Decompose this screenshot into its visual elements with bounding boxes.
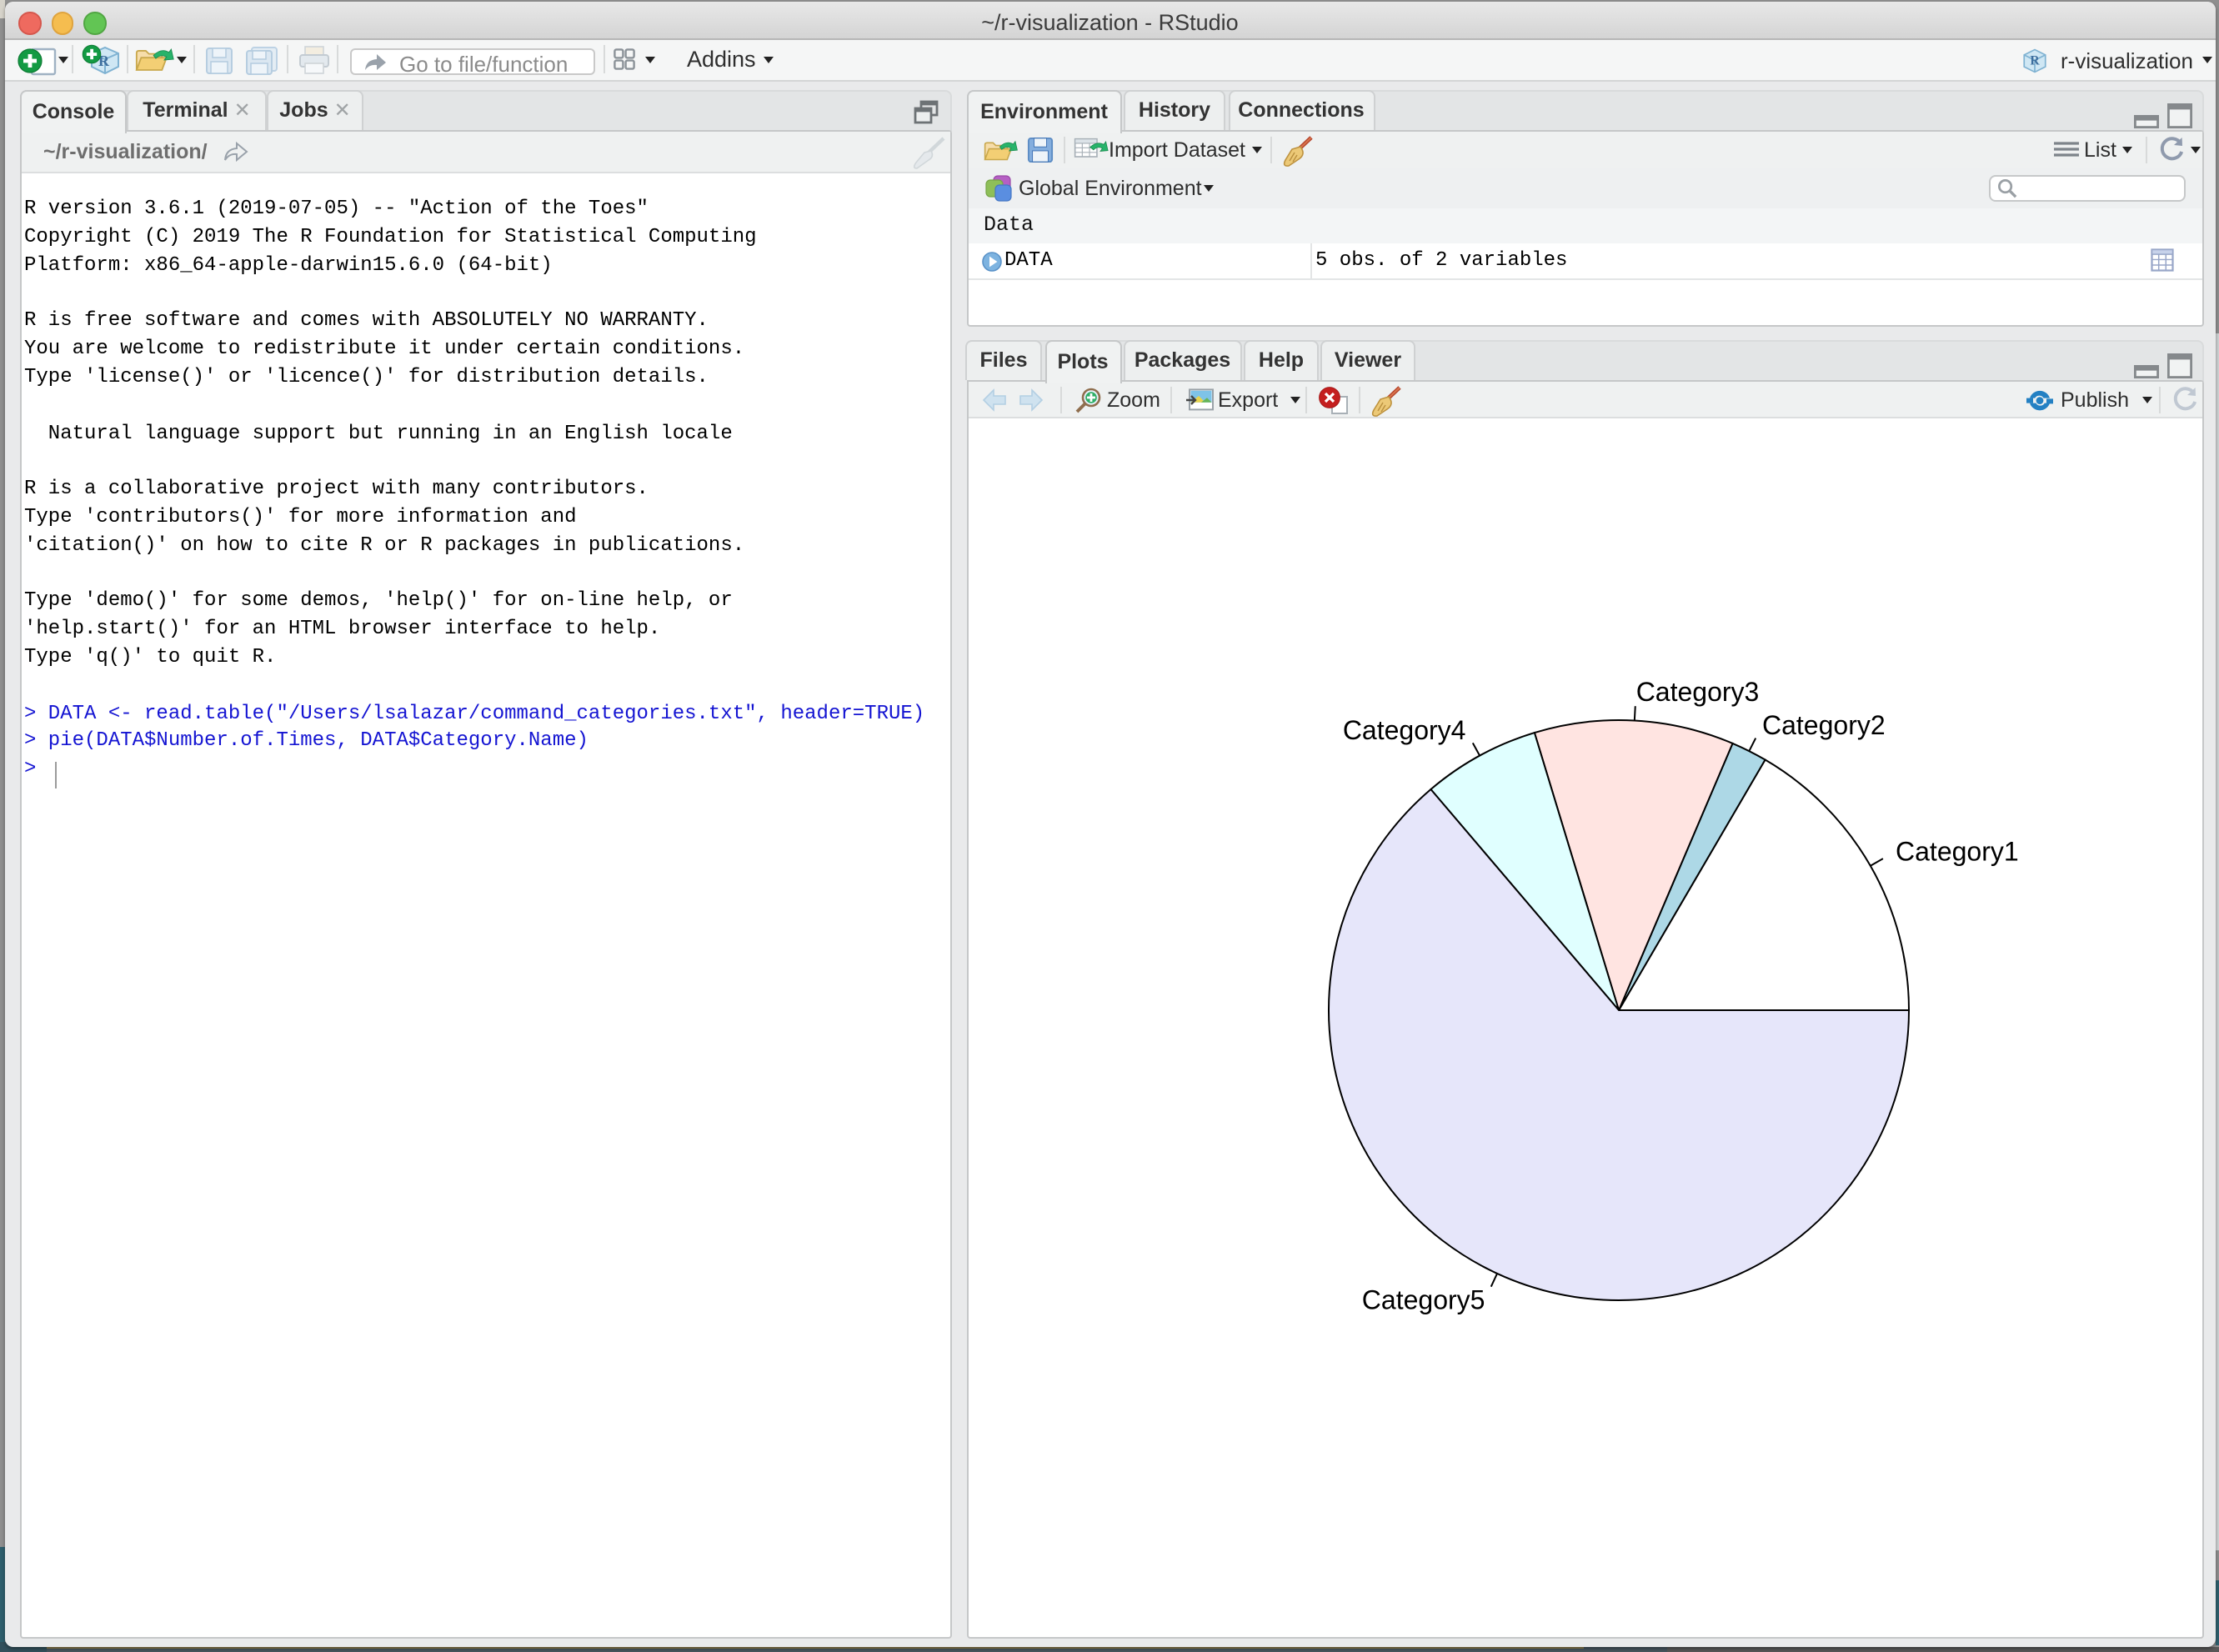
svg-text:Category1: Category1	[1896, 836, 2019, 866]
svg-text:Category3: Category3	[1636, 677, 1760, 707]
svg-text:Category2: Category2	[1762, 710, 1886, 740]
svg-text:Category5: Category5	[1362, 1285, 1485, 1315]
svg-text:R: R	[2030, 53, 2040, 67]
svg-text:Category4: Category4	[1343, 715, 1466, 745]
